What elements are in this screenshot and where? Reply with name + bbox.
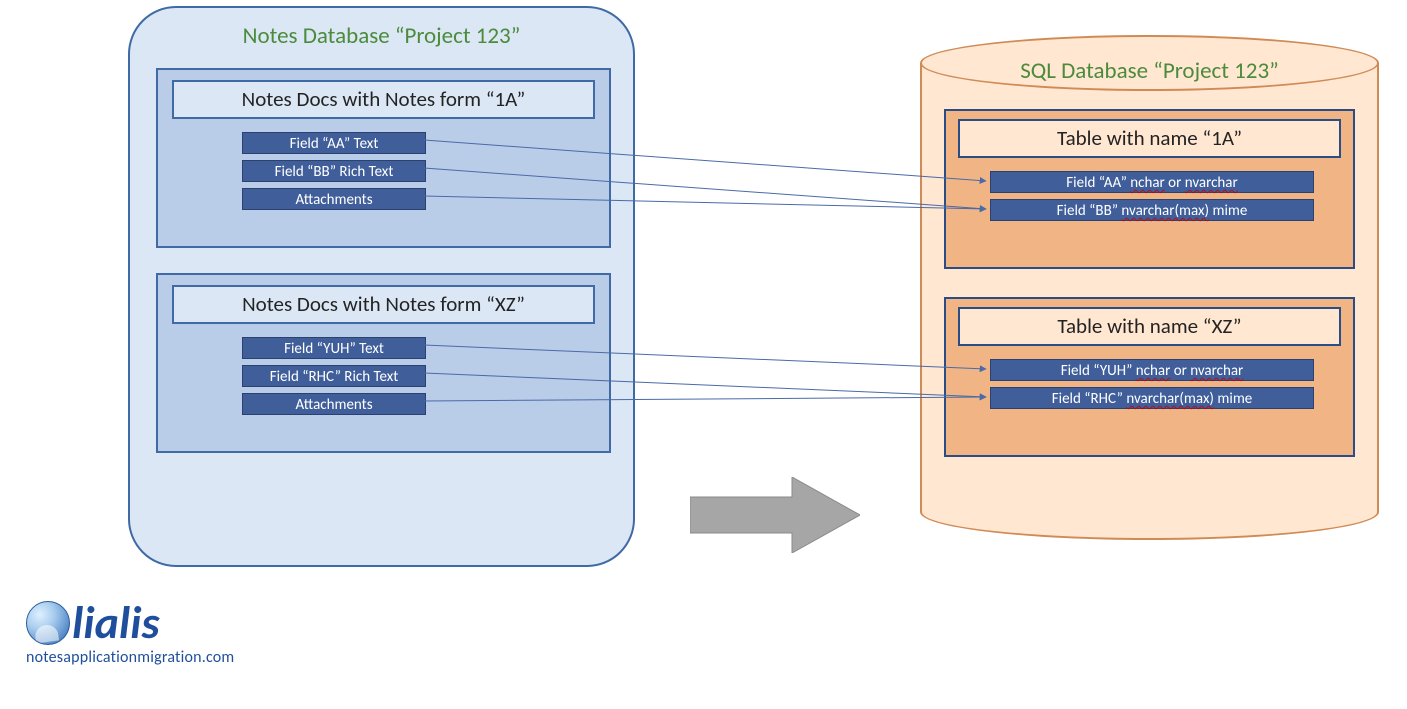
- notes-form-panel-1a: Notes Docs with Notes form “1A” Field “A…: [156, 68, 611, 248]
- brand-logo: lialis notesapplicationmigration.com: [26, 600, 234, 667]
- notes-field-xz-yuh: Field “YUH” Text: [242, 337, 426, 359]
- sql-field-1a-aa: Field “AA” nchar or nvarchar: [990, 171, 1314, 193]
- notes-field-xz-attachments: Attachments: [242, 393, 426, 415]
- sql-table-heading-xz: Table with name “XZ”: [958, 307, 1341, 346]
- brand-subtitle: notesapplicationmigration.com: [26, 648, 234, 667]
- notes-form-heading-1a: Notes Docs with Notes form “1A”: [172, 80, 595, 119]
- diagram-stage: Notes Database “Project 123” Notes Docs …: [0, 0, 1407, 709]
- brand-name: lialis: [72, 600, 160, 646]
- globe-icon: [26, 601, 70, 645]
- sql-field-1a-bb: Field “BB” nvarchar(max) mime: [990, 199, 1314, 221]
- notes-form-panel-xz: Notes Docs with Notes form “XZ” Field “Y…: [156, 273, 611, 453]
- notes-database-title: Notes Database “Project 123”: [130, 22, 633, 50]
- notes-field-1a-aa: Field “AA” Text: [242, 132, 426, 154]
- migration-arrow-icon: [690, 477, 860, 553]
- sql-table-heading-1a: Table with name “1A”: [958, 119, 1341, 158]
- sql-database-cylinder: SQL Database “Project 123” Table with na…: [920, 35, 1379, 540]
- notes-field-1a-bb: Field “BB” Rich Text: [242, 160, 426, 182]
- notes-database-container: Notes Database “Project 123” Notes Docs …: [128, 6, 635, 567]
- sql-table-panel-1a: Table with name “1A” Field “AA” nchar or…: [944, 109, 1355, 269]
- notes-field-1a-attachments: Attachments: [242, 188, 426, 210]
- sql-table-panel-xz: Table with name “XZ” Field “YUH” nchar o…: [944, 297, 1355, 457]
- notes-form-heading-xz: Notes Docs with Notes form “XZ”: [172, 285, 595, 324]
- sql-field-xz-rhc: Field “RHC” nvarchar(max) mime: [990, 387, 1314, 409]
- notes-field-xz-rhc: Field “RHC” Rich Text: [242, 365, 426, 387]
- sql-field-xz-yuh: Field “YUH” nchar or nvarchar: [990, 359, 1314, 381]
- sql-database-title: SQL Database “Project 123”: [920, 57, 1379, 85]
